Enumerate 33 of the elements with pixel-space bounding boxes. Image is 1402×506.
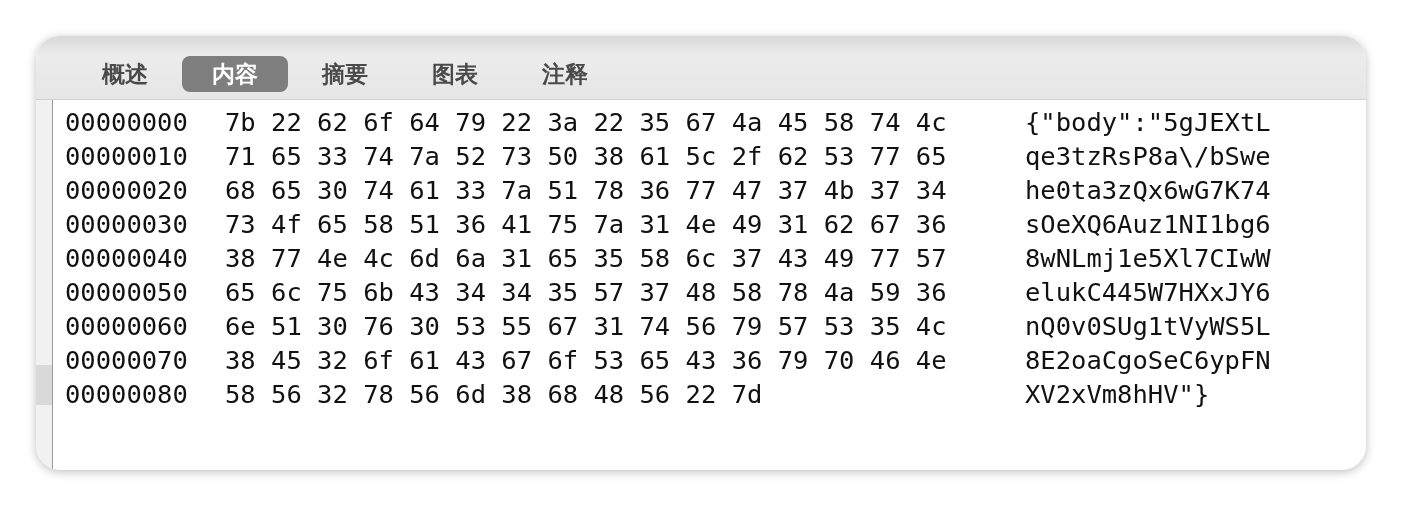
ascii-text: {"body":"5gJEXtL xyxy=(1025,107,1271,137)
hex-bytes-text: 65 6c 75 6b 43 34 34 35 57 37 48 58 78 4a 59 36 xyxy=(225,277,948,307)
offset-text: 00000020 xyxy=(65,175,189,205)
ascii-text: sOeXQ6Auz1NI1bg6 xyxy=(1025,209,1271,239)
hex-bytes-text: 73 4f 65 58 51 36 41 75 7a 31 4e 49 31 62 67 36 xyxy=(225,209,948,239)
offset-text: 00000030 xyxy=(65,209,189,239)
strip-marker xyxy=(36,365,52,405)
offset-text: 00000010 xyxy=(65,141,189,171)
hex-bytes-text: 38 45 32 6f 61 43 67 6f 53 65 43 36 79 70 46 4e xyxy=(225,345,948,375)
ascii-text: 8E2oaCgoSeC6ypFN xyxy=(1025,345,1271,375)
offset-text: 00000080 xyxy=(65,379,189,409)
ascii-text: he0ta3zQx6wG7K74 xyxy=(1025,175,1271,205)
offset-text: 00000060 xyxy=(65,311,189,341)
ascii-text: 8wNLmj1e5Xl7CIwW xyxy=(1025,243,1271,273)
ascii-text: elukC445W7HXxJY6 xyxy=(1025,277,1271,307)
tab[interactable]: 摘要 xyxy=(292,56,398,92)
hex-bytes-text: 58 56 32 78 56 6d 38 68 48 56 22 7d xyxy=(225,379,764,409)
offset-text: 00000050 xyxy=(65,277,189,307)
offset-text: 00000040 xyxy=(65,243,189,273)
offset-text: 00000000 xyxy=(65,107,189,137)
tab[interactable]: 注释 xyxy=(512,56,618,92)
tab[interactable]: 内容 xyxy=(182,56,288,92)
ascii-text: nQ0v0SUg1tVyWS5L xyxy=(1025,311,1271,341)
tab[interactable]: 图表 xyxy=(402,56,508,92)
hex-bytes-text: 38 77 4e 4c 6d 6a 31 65 35 58 6c 37 43 49 77 57 xyxy=(225,243,948,273)
hex-bytes-text: 7b 22 62 6f 64 79 22 3a 22 35 67 4a 45 58 74 4c xyxy=(225,107,948,137)
offset-text: 00000070 xyxy=(65,345,189,375)
ascii-text: qe3tzRsP8a\/bSwe xyxy=(1025,141,1271,171)
tab[interactable]: 概述 xyxy=(72,56,178,92)
ascii-text: XV2xVm8hHV"} xyxy=(1025,379,1210,409)
hex-bytes-text: 71 65 33 74 7a 52 73 50 38 61 5c 2f 62 53 77 65 xyxy=(225,141,948,171)
hex-bytes-text: 68 65 30 74 61 33 7a 51 78 36 77 47 37 4b 37 34 xyxy=(225,175,948,205)
hex-bytes-text: 6e 51 30 76 30 53 55 67 31 74 56 79 57 53 35 4c xyxy=(225,311,948,341)
